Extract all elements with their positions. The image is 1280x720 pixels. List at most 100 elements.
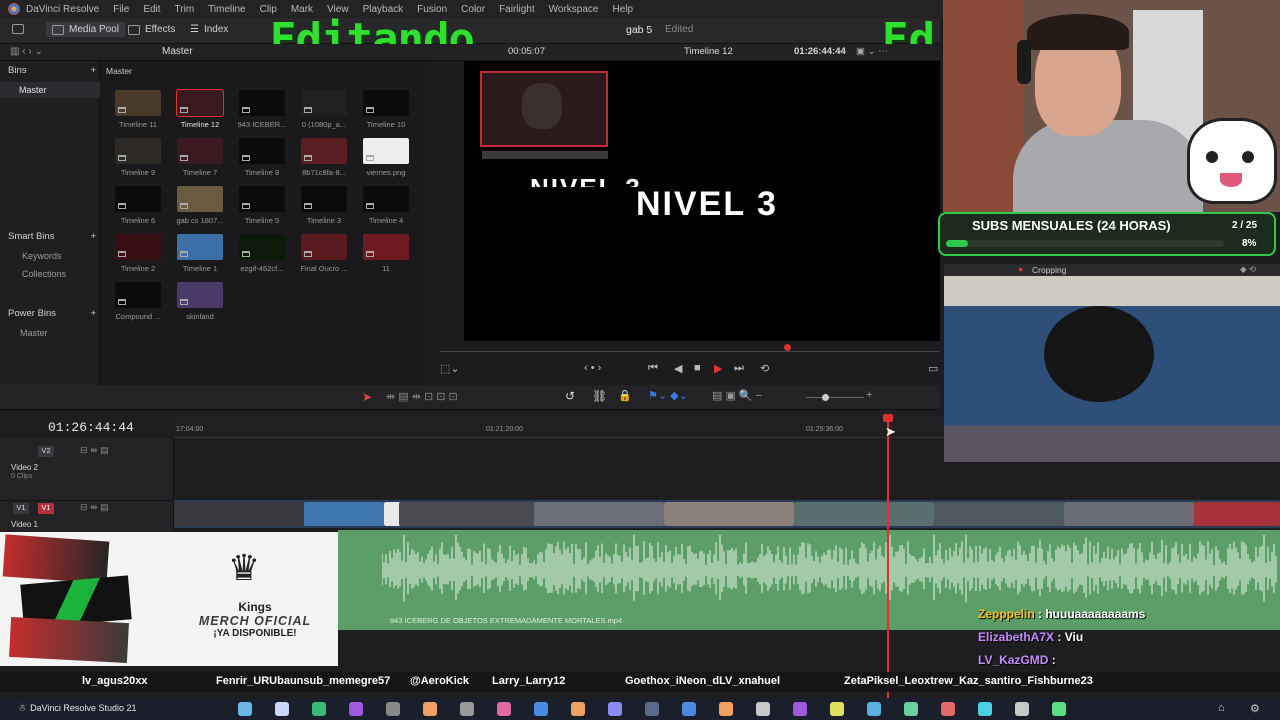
menu-mark[interactable]: Mark [291,4,313,15]
add-power-bin-icon[interactable]: + [90,308,96,319]
taskbar-app-icon[interactable] [867,702,881,716]
video-clip[interactable] [174,502,304,526]
media-pool-clip[interactable]: Timeline 9 [107,138,169,177]
media-pool-clip[interactable]: Timeline 3 [293,186,355,225]
menu-clip[interactable]: Clip [260,4,277,15]
taskbar-app-icon[interactable] [349,702,363,716]
track-v1-controls[interactable]: ⊟ ⇹ ▤ [80,502,109,513]
taskbar-app-icon[interactable] [497,702,511,716]
media-pool-clip[interactable]: Compound ... [107,282,169,321]
menu-timeline[interactable]: Timeline [208,4,245,15]
zoom-slider-handle[interactable] [822,394,829,401]
video-clip[interactable] [934,502,1064,526]
media-pool-clip[interactable]: Timeline 1 [169,234,231,273]
smart-bin-keywords[interactable]: Keywords [22,251,62,261]
jog-icon[interactable]: ‹ • › [584,362,601,374]
play-reverse-icon[interactable]: ◀ [674,362,682,375]
flag-icon[interactable]: ⚑⌄ ◆⌄ [648,389,688,402]
taskbar-app-icon[interactable] [275,702,289,716]
video-clip[interactable] [399,502,549,526]
link-icon[interactable]: ⛓ [592,389,607,403]
cropping-controls-icon[interactable]: ◆ ⟲ [1240,264,1256,275]
zoom-in-icon[interactable]: + [866,389,872,401]
taskbar-app-icon[interactable] [793,702,807,716]
media-pool-clip[interactable]: Timeline 10 [355,90,417,129]
menu-file[interactable]: File [113,4,129,15]
menu-trim[interactable]: Trim [175,4,195,15]
taskbar-app-icon[interactable] [608,702,622,716]
taskbar-app-icon[interactable] [904,702,918,716]
taskbar-app-icon[interactable] [830,702,844,716]
viewer-scrubber[interactable] [440,344,940,358]
media-pool-clip[interactable]: ezgif-462cf... [231,234,293,273]
media-pool-clip[interactable]: Timeline 4 [355,186,417,225]
viewer-options-icon[interactable]: ▣ ⌄ ⋯ [856,46,888,57]
taskbar-app-icon[interactable] [645,702,659,716]
scrubber-marker[interactable] [784,344,791,351]
media-pool-clip[interactable]: Timeline 12 [169,89,231,129]
go-to-start-icon[interactable]: ⏮ [648,362,658,375]
playhead-handle[interactable] [883,414,893,422]
go-to-end-icon[interactable]: ⏭ [734,362,744,375]
taskbar-app-icon[interactable] [534,702,548,716]
taskbar-app-icon[interactable] [978,702,992,716]
media-pool-clip[interactable]: 8b71c8fa-8... [293,138,355,177]
chat-username[interactable]: Zepppelin [978,607,1035,621]
track-badge-v1-source[interactable]: V1 [13,503,29,514]
lock-icon[interactable]: 🔒 [618,389,632,402]
menu-fairlight[interactable]: Fairlight [499,4,535,15]
menu-help[interactable]: Help [612,4,633,15]
media-pool-clip[interactable]: Timeline 11 [107,90,169,129]
bin-master[interactable]: Master [0,82,100,98]
add-bin-icon[interactable]: + [90,65,96,76]
media-pool-clip[interactable]: Final Oucro ... [293,234,355,273]
media-pool-button[interactable]: Media Pool [46,22,126,37]
home-icon[interactable]: ⌂ [1218,702,1225,714]
media-pool-clip[interactable]: Timeline 8 [231,138,293,177]
chat-username[interactable]: LV_KazGMD [978,653,1048,667]
taskbar-app-icon[interactable] [941,702,955,716]
taskbar-app-icon[interactable] [423,702,437,716]
smart-bin-collections[interactable]: Collections [22,269,66,279]
media-pool-clip[interactable]: Timeline 7 [169,138,231,177]
media-pool-clip[interactable]: Timeline 6 [107,186,169,225]
menu-view[interactable]: View [327,4,349,15]
menu-workspace[interactable]: Workspace [549,4,599,15]
taskbar-app-icon[interactable] [238,702,252,716]
taskbar-app-icon[interactable] [386,702,400,716]
media-pool-clip[interactable]: viernes.png [355,138,417,177]
video-clip[interactable] [1064,502,1194,526]
taskbar-app-icon[interactable] [571,702,585,716]
taskbar-app-icon[interactable] [682,702,696,716]
menu-playback[interactable]: Playback [363,4,404,15]
video-clip[interactable] [1194,502,1280,526]
play-icon[interactable]: ▶ [714,362,722,375]
menu-color[interactable]: Color [461,4,485,15]
menu-edit[interactable]: Edit [143,4,160,15]
playhead[interactable] [887,416,889,698]
viewer-canvas[interactable]: NIVEL 3 NIVEL 3 [464,61,940,341]
track-badge-v2[interactable]: V2 [38,446,54,457]
media-pool-clip[interactable]: 943 ICEBER... [231,90,293,129]
track-v2-controls[interactable]: ⊟ ⇹ ▤ [80,445,109,456]
workspace-toggle-button[interactable] [12,24,24,34]
media-pool-clip[interactable]: gab cs 1807... [169,186,231,225]
chat-username[interactable]: ElizabethA7X [978,630,1054,644]
media-pool-clip[interactable]: Timeline 2 [107,234,169,273]
zoom-slider[interactable] [806,397,864,398]
media-pool-clip[interactable]: 0 (1080p_a... [293,90,355,129]
stop-icon[interactable]: ■ [694,362,701,374]
taskbar-app-icon[interactable] [756,702,770,716]
taskbar-app-icon[interactable] [1015,702,1029,716]
power-bin-master[interactable]: Master [20,328,48,338]
fullscreen-icon[interactable]: ▭ [928,362,938,375]
snap-icon[interactable]: ↺ [565,389,575,403]
taskbar-app[interactable]: ☃ DaVinci Resolve Studio 21 [18,703,136,714]
crop-icon[interactable]: ⬚⌄ [440,362,460,375]
taskbar-app-icon[interactable] [719,702,733,716]
effects-button[interactable]: Effects [128,24,175,35]
video-clip[interactable] [304,502,384,526]
add-smart-bin-icon[interactable]: + [90,231,96,242]
video-clip[interactable] [794,502,934,526]
media-pool-clip[interactable]: 11 [355,234,417,273]
